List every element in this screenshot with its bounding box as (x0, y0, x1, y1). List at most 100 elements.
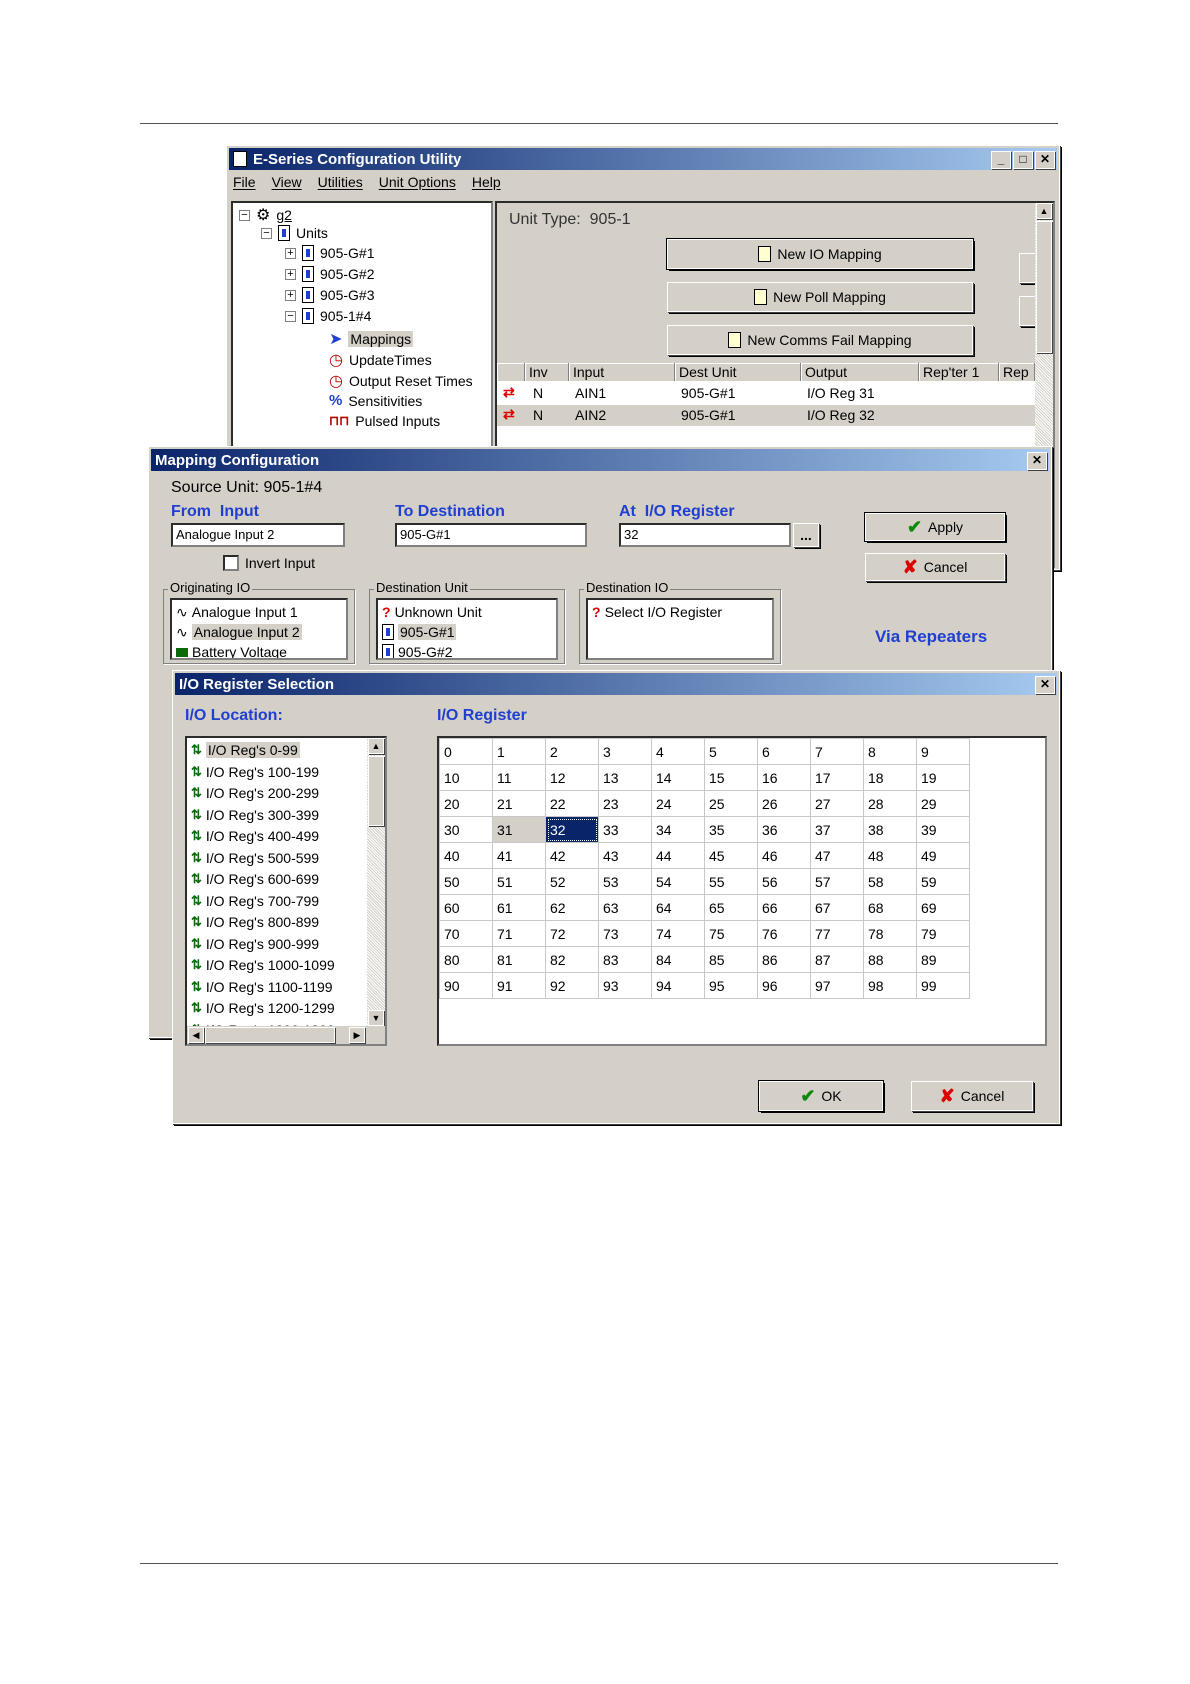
list-item[interactable]: 905-G#2 (382, 642, 452, 658)
register-cell[interactable]: 45 (704, 842, 758, 869)
header-output[interactable]: Output (801, 363, 919, 381)
collapse-icon[interactable]: − (285, 310, 296, 322)
register-cell[interactable]: 27 (810, 790, 864, 817)
register-cell[interactable]: 42 (545, 842, 599, 869)
tree-output-reset-times[interactable]: ◷ Output Reset Times (329, 371, 473, 391)
list-item[interactable]: ⇅ I/O Reg's 800-899 (191, 912, 319, 932)
register-cell[interactable]: 50 (439, 868, 493, 895)
header-dest-unit[interactable]: Dest Unit (675, 363, 801, 381)
register-cell[interactable]: 20 (439, 790, 493, 817)
register-cell[interactable]: 16 (757, 764, 811, 791)
apply-button[interactable]: ✔ Apply (864, 512, 1006, 542)
register-cell[interactable]: 18 (863, 764, 917, 791)
menu-file[interactable]: File (233, 174, 256, 190)
location-scrollbar[interactable]: ▲ ▼ (367, 738, 385, 1026)
register-cell[interactable]: 3 (598, 738, 652, 765)
list-item[interactable]: ⇅ I/O Reg's 600-699 (191, 869, 319, 889)
expand-icon[interactable]: + (285, 247, 296, 259)
register-cell[interactable]: 91 (492, 972, 546, 999)
tree-unit-905-1-4[interactable]: − 905-1#4 (285, 308, 371, 324)
register-cell[interactable]: 32 (545, 816, 599, 843)
register-cell[interactable]: 87 (810, 946, 864, 973)
list-item[interactable]: ⇅ I/O Reg's 1200-1299 (191, 998, 335, 1018)
register-cell[interactable]: 25 (704, 790, 758, 817)
header-repeater-1[interactable]: Rep'ter 1 (919, 363, 999, 381)
register-cell[interactable]: 60 (439, 894, 493, 921)
register-cell[interactable]: 59 (916, 868, 970, 895)
register-cell[interactable]: 71 (492, 920, 546, 947)
close-button[interactable]: ✕ (1027, 452, 1047, 470)
register-cell[interactable]: 17 (810, 764, 864, 791)
browse-register-button[interactable]: ... (793, 523, 819, 547)
expand-icon[interactable]: + (285, 268, 296, 280)
register-cell[interactable]: 9 (916, 738, 970, 765)
tree-unit-905-g3[interactable]: + 905-G#3 (285, 287, 374, 303)
register-cell[interactable]: 43 (598, 842, 652, 869)
list-item[interactable]: ? Unknown Unit (382, 602, 482, 622)
register-cell[interactable]: 96 (757, 972, 811, 999)
cancel-button[interactable]: ✘ Cancel (865, 553, 1005, 581)
maximize-button[interactable]: □ (1013, 151, 1033, 169)
register-cell[interactable]: 53 (598, 868, 652, 895)
menu-utilities[interactable]: Utilities (318, 174, 363, 190)
menu-help[interactable]: Help (472, 174, 501, 190)
tree-pulsed-inputs[interactable]: ⊓⊓ Pulsed Inputs (329, 413, 440, 429)
register-cell[interactable]: 61 (492, 894, 546, 921)
new-io-mapping-button[interactable]: New IO Mapping (666, 238, 974, 270)
register-cell[interactable]: 14 (651, 764, 705, 791)
register-cell[interactable]: 85 (704, 946, 758, 973)
checkbox-box[interactable] (223, 555, 239, 571)
register-cell[interactable]: 23 (598, 790, 652, 817)
register-cell[interactable]: 19 (916, 764, 970, 791)
list-item[interactable]: ⇅ I/O Reg's 1100-1199 (191, 977, 333, 997)
register-cell[interactable]: 81 (492, 946, 546, 973)
tree-units[interactable]: − Units (261, 225, 328, 241)
register-cell[interactable]: 7 (810, 738, 864, 765)
register-cell[interactable]: 73 (598, 920, 652, 947)
register-cell[interactable]: 49 (916, 842, 970, 869)
list-item[interactable]: ⇅ I/O Reg's 300-399 (191, 805, 319, 825)
tree-root[interactable]: − ⚙ g2 (239, 205, 292, 225)
register-cell[interactable]: 8 (863, 738, 917, 765)
register-cell[interactable]: 38 (863, 816, 917, 843)
register-cell[interactable]: 83 (598, 946, 652, 973)
register-cell[interactable]: 74 (651, 920, 705, 947)
io-location-list[interactable]: ⇅ I/O Reg's 0-99 ⇅ I/O Reg's 100-199 ⇅ I/O Re… (185, 736, 387, 1046)
register-cell[interactable]: 70 (439, 920, 493, 947)
tree-unit-905-g2[interactable]: + 905-G#2 (285, 266, 374, 282)
register-cell[interactable]: 77 (810, 920, 864, 947)
list-item[interactable]: ⇅ I/O Reg's 1000-1099 (191, 955, 335, 975)
register-cell[interactable]: 40 (439, 842, 493, 869)
register-cell[interactable]: 15 (704, 764, 758, 791)
scroll-down-arrow[interactable]: ▼ (368, 1010, 384, 1026)
destination-io-list[interactable]: ? Select I/O Register (586, 598, 774, 660)
register-cell[interactable]: 52 (545, 868, 599, 895)
register-cell[interactable]: 37 (810, 816, 864, 843)
close-button[interactable]: ✕ (1035, 151, 1055, 169)
register-cell[interactable]: 58 (863, 868, 917, 895)
register-cell[interactable]: 94 (651, 972, 705, 999)
tree-mappings[interactable]: ➤ Mappings (329, 329, 414, 349)
tree-update-times[interactable]: ◷ UpdateTimes (329, 350, 432, 370)
register-cell[interactable]: 66 (757, 894, 811, 921)
scroll-thumb[interactable] (1036, 221, 1052, 353)
register-cell[interactable]: 57 (810, 868, 864, 895)
register-cell[interactable]: 34 (651, 816, 705, 843)
scroll-left-arrow[interactable]: ◀ (188, 1027, 204, 1043)
register-cell[interactable]: 68 (863, 894, 917, 921)
tree-sensitivities[interactable]: % Sensitivities (329, 392, 422, 409)
header-repeater-2[interactable]: Rep (999, 363, 1035, 381)
register-cell[interactable]: 12 (545, 764, 599, 791)
register-cell[interactable]: 24 (651, 790, 705, 817)
register-cell[interactable]: 82 (545, 946, 599, 973)
register-cell[interactable]: 55 (704, 868, 758, 895)
register-cell[interactable]: 75 (704, 920, 758, 947)
register-cell[interactable]: 51 (492, 868, 546, 895)
table-row[interactable]: ⇄ N AIN2 905-G#1 I/O Reg 32 (497, 405, 1035, 426)
list-item[interactable]: Battery Voltage (176, 642, 287, 658)
register-cell[interactable]: 67 (810, 894, 864, 921)
register-cell[interactable]: 2 (545, 738, 599, 765)
register-cell[interactable]: 1 (492, 738, 546, 765)
hscroll-thumb[interactable] (205, 1027, 335, 1043)
register-cell[interactable]: 78 (863, 920, 917, 947)
